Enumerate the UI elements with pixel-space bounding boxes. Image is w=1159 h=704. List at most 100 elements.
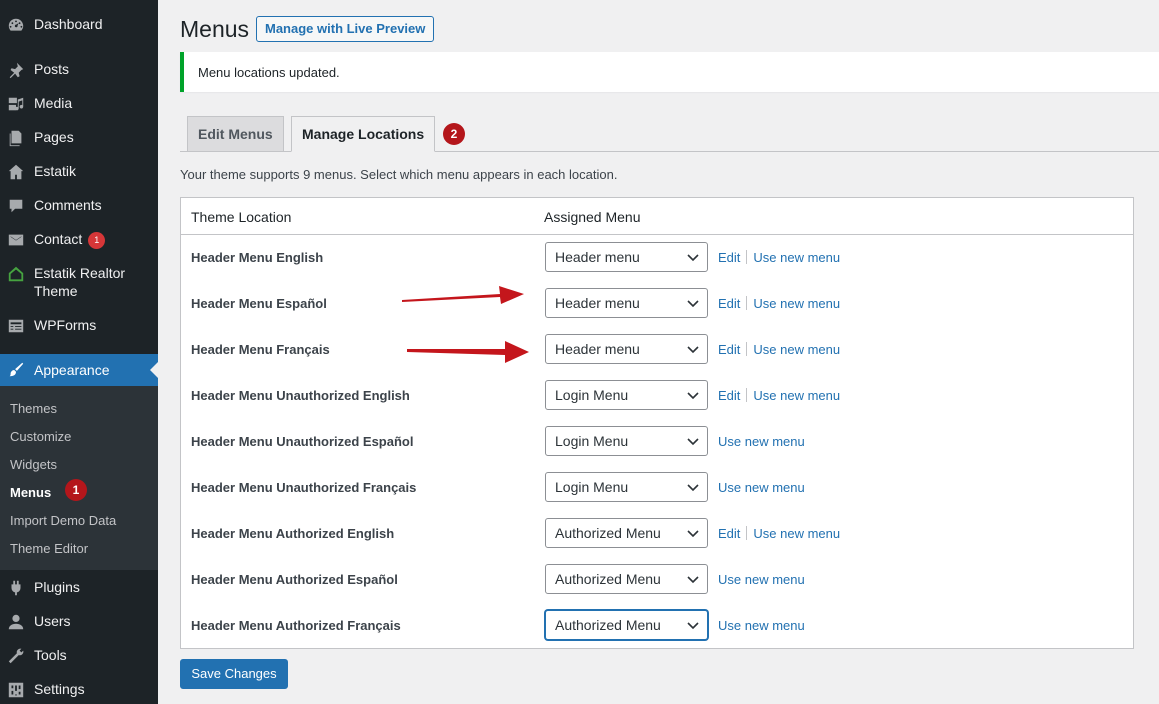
use-new-menu-link[interactable]: Use new menu: [718, 434, 805, 449]
sidebar-item-comments[interactable]: Comments: [0, 196, 158, 216]
tab-manage-locations[interactable]: Manage Locations: [291, 116, 436, 152]
chevron-down-icon: [687, 254, 699, 262]
select-value: Authorized Menu: [555, 571, 661, 587]
sidebar-item-estatik[interactable]: Estatik: [0, 162, 158, 182]
admin-sidebar: Dashboard Posts Media Pages Estatik Comm…: [0, 0, 158, 704]
table-row: Header Menu Authorized Français Authorize…: [181, 603, 1133, 649]
sidebar-item-users[interactable]: Users: [0, 612, 158, 632]
assigned-menu-select[interactable]: Authorized Menu: [545, 518, 708, 548]
sidebar-item-label: Tools: [34, 647, 67, 663]
sidebar-item-dashboard[interactable]: Dashboard: [0, 15, 158, 35]
chevron-down-icon: [687, 622, 699, 630]
sidebar-item-label: Appearance: [34, 362, 110, 378]
appearance-submenu: Themes Customize Widgets Menus 1 Import …: [0, 386, 158, 570]
use-new-menu-link[interactable]: Use new menu: [753, 388, 840, 403]
assigned-menu-select[interactable]: Login Menu: [545, 472, 708, 502]
row-actions: Use new menu: [718, 618, 805, 633]
edit-link[interactable]: Edit: [718, 250, 740, 265]
sidebar-item-media[interactable]: Media: [0, 94, 158, 114]
row-actions: Use new menu: [718, 434, 805, 449]
theme-location-label: Header Menu Español: [191, 296, 327, 311]
use-new-menu-link[interactable]: Use new menu: [753, 296, 840, 311]
assigned-menu-select[interactable]: Header menu: [545, 288, 708, 318]
sidebar-item-settings[interactable]: Settings: [0, 680, 158, 700]
chevron-down-icon: [687, 300, 699, 308]
row-actions: Edit Use new menu: [718, 342, 840, 357]
row-actions: Edit Use new menu: [718, 296, 840, 311]
table-row: Header Menu Authorized Español Authorized…: [181, 557, 1133, 603]
sidebar-item-posts[interactable]: Posts: [0, 60, 158, 80]
step-1-badge: 1: [65, 479, 87, 501]
notification-badge: 1: [88, 231, 106, 249]
sidebar-item-label: Estatik: [34, 163, 77, 179]
row-actions: Edit Use new menu: [718, 388, 840, 403]
select-value: Login Menu: [555, 387, 629, 403]
assigned-menu-select[interactable]: Login Menu: [545, 426, 708, 456]
edit-link[interactable]: Edit: [718, 526, 740, 541]
assigned-menu-select[interactable]: Authorized Menu: [545, 564, 708, 594]
use-new-menu-link[interactable]: Use new menu: [753, 250, 840, 265]
submenu-item-import-demo-data[interactable]: Import Demo Data: [10, 513, 116, 528]
table-row: Header Menu Español Header menu Edit Use ne…: [181, 281, 1133, 327]
assigned-menu-select[interactable]: Header menu: [545, 334, 708, 364]
sidebar-item-tools[interactable]: Tools: [0, 646, 158, 666]
sidebar-item-wpforms[interactable]: WPForms: [0, 316, 158, 336]
use-new-menu-link[interactable]: Use new menu: [753, 342, 840, 357]
step-2-badge: 2: [443, 123, 465, 145]
submenu-item-themes[interactable]: Themes: [10, 401, 57, 416]
row-actions: Edit Use new menu: [718, 250, 840, 265]
assigned-menu-select[interactable]: Login Menu: [545, 380, 708, 410]
user-icon: [6, 612, 26, 632]
chevron-down-icon: [687, 438, 699, 446]
edit-link[interactable]: Edit: [718, 342, 740, 357]
plugin-icon: [6, 578, 26, 598]
table-header: Theme Location Assigned Menu: [181, 198, 1133, 235]
theme-location-label: Header Menu Unauthorized Français: [191, 480, 417, 495]
submenu-item-menus[interactable]: Menus: [10, 485, 51, 500]
manage-live-preview-button[interactable]: Manage with Live Preview: [256, 16, 435, 42]
sidebar-item-appearance[interactable]: Appearance: [0, 354, 158, 386]
media-icon: [6, 94, 26, 114]
row-actions: Edit Use new menu: [718, 526, 840, 541]
notice-text: Menu locations updated.: [198, 65, 340, 80]
edit-link[interactable]: Edit: [718, 296, 740, 311]
sidebar-item-label: Media: [34, 95, 73, 111]
sidebar-item-label: Dashboard: [34, 16, 103, 32]
select-value: Header menu: [555, 249, 640, 265]
save-changes-button[interactable]: Save Changes: [180, 659, 288, 689]
use-new-menu-link[interactable]: Use new menu: [718, 572, 805, 587]
table-row: Header Menu Authorized English Authorized…: [181, 511, 1133, 557]
submenu-item-theme-editor[interactable]: Theme Editor: [10, 541, 88, 556]
use-new-menu-link[interactable]: Use new menu: [718, 618, 805, 633]
intro-text: Your theme supports 9 menus. Select whic…: [180, 167, 618, 182]
sidebar-item-plugins[interactable]: Plugins: [0, 578, 158, 598]
sidebar-item-label: Pages: [34, 129, 74, 145]
table-row: Header Menu Français Header menu Edit Use n…: [181, 327, 1133, 373]
pin-icon: [6, 60, 26, 80]
assigned-menu-select[interactable]: Authorized Menu: [545, 610, 708, 640]
assigned-menu-select[interactable]: Header menu: [545, 242, 708, 272]
table-row: Header Menu Unauthorized English Login Me…: [181, 373, 1133, 419]
column-header-theme-location: Theme Location: [191, 209, 292, 225]
link-separator: [746, 250, 748, 264]
theme-location-label: Header Menu Unauthorized English: [191, 388, 410, 403]
edit-link[interactable]: Edit: [718, 388, 740, 403]
select-value: Login Menu: [555, 433, 629, 449]
sidebar-item-label: Posts: [34, 61, 70, 77]
dashboard-icon: [6, 15, 26, 35]
chevron-down-icon: [687, 392, 699, 400]
column-header-assigned-menu: Assigned Menu: [544, 209, 641, 225]
table-row: Header Menu Unauthorized Español Login Me…: [181, 419, 1133, 465]
submenu-item-widgets[interactable]: Widgets: [10, 457, 57, 472]
use-new-menu-link[interactable]: Use new menu: [753, 526, 840, 541]
select-value: Authorized Menu: [555, 525, 661, 541]
menu-locations-table: Theme Location Assigned Menu Header Menu…: [180, 197, 1134, 649]
tab-edit-menus[interactable]: Edit Menus: [187, 116, 284, 152]
sidebar-item-pages[interactable]: Pages: [0, 128, 158, 148]
sidebar-item-label: WPForms: [34, 317, 97, 333]
submenu-item-customize[interactable]: Customize: [10, 429, 71, 444]
use-new-menu-link[interactable]: Use new menu: [718, 480, 805, 495]
success-notice: Menu locations updated.: [180, 52, 1159, 92]
sidebar-item-contact[interactable]: Contact 1: [0, 230, 158, 250]
sidebar-item-estatik-realtor-theme[interactable]: Estatik Realtor Theme: [0, 264, 158, 300]
